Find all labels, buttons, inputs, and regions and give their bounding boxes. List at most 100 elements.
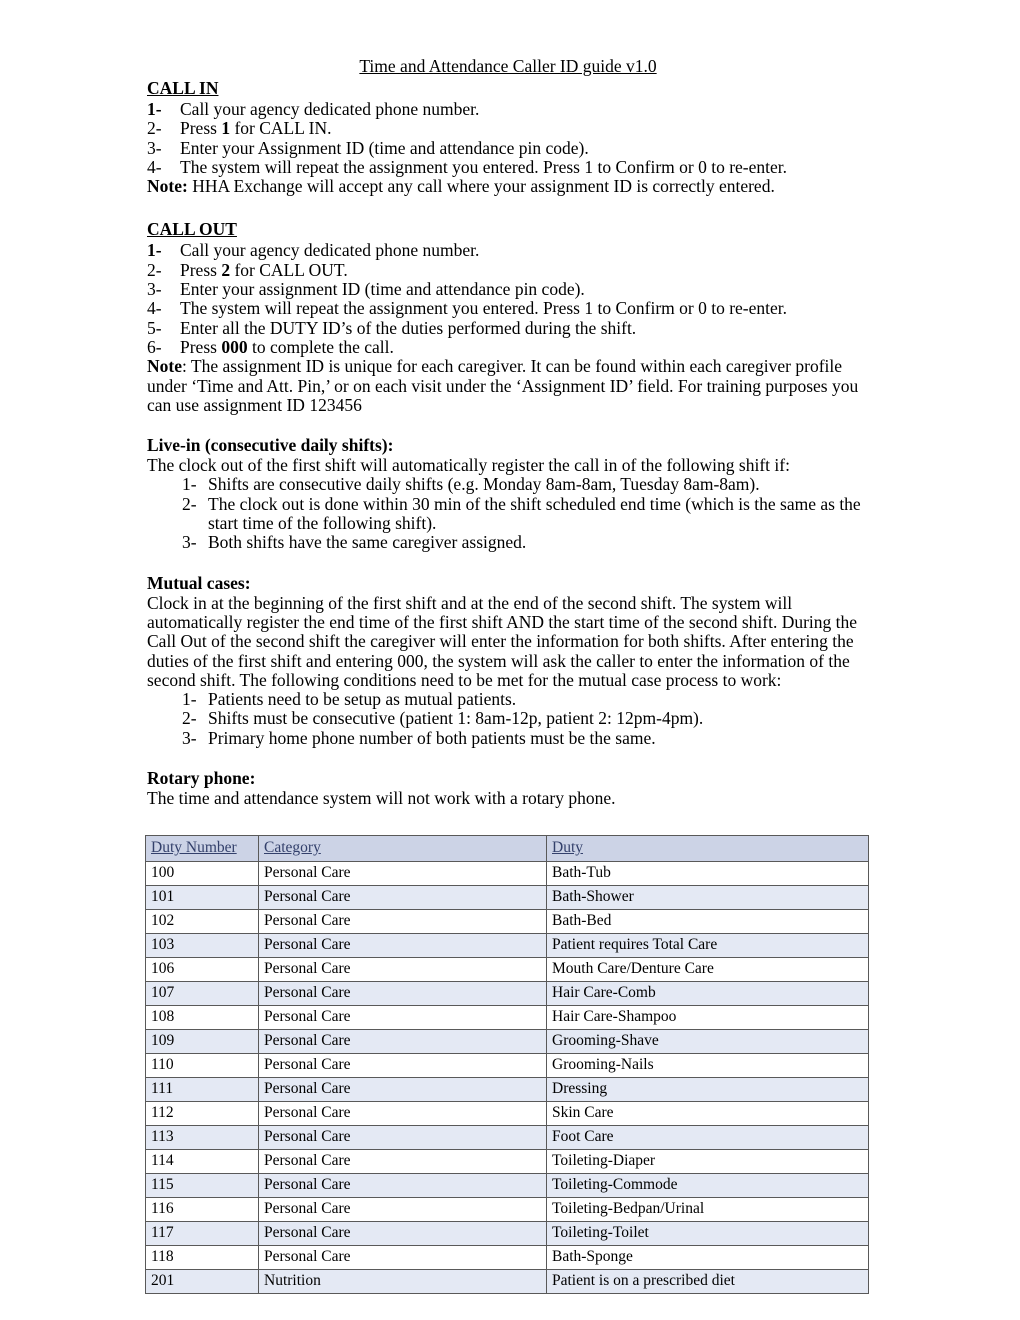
list-item-text: The system will repeat the assignment yo… (180, 156, 788, 177)
list-item-text: Both shifts have the same caregiver assi… (208, 532, 527, 553)
cell-duty: Dressing (546, 1077, 869, 1102)
list-item-number: 4- (147, 156, 162, 177)
cell-duty-number: 118 (145, 1245, 259, 1270)
call-out-steps: 1- Call your agency dedicated phone numb… (147, 241, 869, 357)
cell-duty: Mouth Care/Denture Care (546, 957, 869, 982)
list-item-number: 1- (182, 689, 197, 710)
page-title: Time and Attendance Caller ID guide v1.0 (359, 56, 657, 76)
list-item-text: The system will repeat the assignment yo… (180, 298, 788, 319)
table-row: 109 Personal Care Grooming-Shave (145, 1029, 869, 1054)
cell-category: Personal Care (258, 909, 547, 934)
list-item-number: 2- (182, 493, 197, 514)
emphasis-keypress: 2 (221, 259, 231, 280)
list-item: 5- Enter all the DUTY ID’s of the duties… (147, 317, 869, 338)
list-item: 2- The clock out is done within 30 min o… (147, 493, 869, 534)
column-header-duty: Duty (546, 835, 869, 862)
list-item-text: Call your agency dedicated phone number. (180, 99, 480, 119)
cell-duty: Bath-Bed (546, 909, 869, 934)
call-in-note: Note: HHA Exchange will accept any call … (147, 177, 869, 196)
cell-duty-number: 107 (145, 981, 259, 1006)
list-item-text: Patients need to be setup as mutual pati… (208, 689, 517, 710)
cell-duty-number: 106 (145, 957, 259, 982)
cell-duty: Foot Care (546, 1125, 869, 1150)
mutual-cases-intro: Clock in at the beginning of the first s… (147, 592, 858, 690)
cell-category: Personal Care (258, 1101, 547, 1126)
table-row: 107 Personal Care Hair Care-Comb (145, 981, 869, 1006)
list-item: 3- Enter your Assignment ID (time and at… (147, 137, 869, 158)
list-item: 1- Call your agency dedicated phone numb… (147, 99, 869, 119)
table-row: 118 Personal Care Bath-Sponge (145, 1245, 869, 1270)
list-item-text: Enter all the DUTY ID’s of the duties pe… (180, 317, 637, 338)
cell-duty-number: 113 (145, 1125, 259, 1150)
cell-duty-number: 103 (145, 933, 259, 958)
call-in-steps: 1- Call your agency dedicated phone numb… (147, 99, 869, 177)
list-item: 2- Shifts must be consecutive (patient 1… (147, 708, 869, 729)
section-call-out-heading-row: CALL OUT (147, 219, 869, 241)
cell-duty-number: 201 (145, 1269, 259, 1294)
cell-duty-number: 108 (145, 1005, 259, 1030)
emphasis-keypress: 000 (221, 336, 248, 357)
cell-duty: Toileting-Bedpan/Urinal (546, 1197, 869, 1222)
note-label: Note (147, 356, 182, 377)
cell-duty: Bath-Shower (546, 885, 869, 910)
section-heading-rotary-phone: Rotary phone: (147, 768, 256, 789)
section-heading-mutual-cases: Mutual cases: (147, 572, 251, 593)
list-item-text: Call your agency dedicated phone number. (180, 240, 480, 261)
cell-category: Personal Care (258, 957, 547, 982)
note-text: HHA Exchange will accept any call where … (187, 176, 775, 197)
emphasis-keypress: 1 (221, 118, 231, 139)
cell-duty: Bath-Sponge (546, 1245, 869, 1270)
live-in-intro: The clock out of the first shift will au… (147, 455, 790, 476)
cell-duty-number: 114 (145, 1149, 259, 1174)
cell-duty-number: 109 (145, 1029, 259, 1054)
list-item: 6- Press 000 to complete the call. (147, 336, 869, 357)
list-item-number: 6- (147, 336, 162, 357)
cell-category: Personal Care (258, 885, 547, 910)
list-item-text: Primary home phone number of both patien… (208, 727, 656, 748)
list-item-number: 1- (147, 240, 162, 261)
note-text: : The assignment ID is unique for each c… (147, 356, 859, 415)
list-item: 3- Enter your assignment ID (time and at… (147, 279, 869, 299)
list-item-text: Press 000 to complete the call. (180, 336, 394, 357)
list-item: 3- Primary home phone number of both pat… (147, 727, 869, 748)
list-item-number: 1- (147, 99, 162, 119)
section-heading-live-in: Live-in (consecutive daily shifts): (147, 435, 394, 456)
document-body: Time and Attendance Caller ID guide v1.0… (147, 56, 869, 808)
section-call-in-heading-row: CALL IN (147, 78, 869, 100)
cell-category: Personal Care (258, 1173, 547, 1198)
list-item-number: 3- (147, 137, 162, 158)
list-item-text: Shifts must be consecutive (patient 1: 8… (208, 708, 704, 729)
table-row: 103 Personal Care Patient requires Total C… (145, 933, 869, 958)
table-row: 111 Personal Care Dressing (145, 1077, 869, 1102)
cell-category: Personal Care (258, 1221, 547, 1246)
list-item-text: The clock out is done within 30 min of t… (208, 493, 861, 534)
table-row: 115 Personal Care Toileting-Commode (145, 1173, 869, 1198)
note-label: Note: (147, 176, 188, 197)
cell-duty: Toileting-Toilet (546, 1221, 869, 1246)
cell-duty: Hair Care-Comb (546, 981, 869, 1006)
list-item: 1- Patients need to be setup as mutual p… (147, 689, 869, 710)
cell-category: Personal Care (258, 1029, 547, 1054)
list-item: 4- The system will repeat the assignment… (147, 298, 869, 319)
cell-category: Personal Care (258, 1149, 547, 1174)
cell-duty-number: 112 (145, 1101, 259, 1126)
cell-category: Personal Care (258, 1077, 547, 1102)
column-header-label: Duty (552, 839, 583, 856)
cell-category: Personal Care (258, 981, 547, 1006)
cell-duty-number: 115 (145, 1173, 259, 1198)
cell-category: Personal Care (258, 933, 547, 958)
list-item-number: 2- (147, 118, 162, 139)
table-row: 100 Personal Care Bath-Tub (145, 861, 869, 886)
table-row: 106 Personal Care Mouth Care/Denture Care (145, 957, 869, 982)
cell-duty: Toileting-Diaper (546, 1149, 869, 1174)
cell-category: Personal Care (258, 861, 547, 886)
list-item-number: 2- (182, 708, 197, 729)
duty-table-body: 100 Personal Care Bath-Tub 101 Personal Care… (145, 861, 869, 1294)
table-row: 101 Personal Care Bath-Shower (145, 885, 869, 910)
cell-duty: Toileting-Commode (546, 1173, 869, 1198)
list-item-text: Press 2 for CALL OUT. (180, 259, 348, 280)
list-item: 1- Shifts are consecutive daily shifts (… (147, 475, 869, 495)
cell-duty-number: 102 (145, 909, 259, 934)
